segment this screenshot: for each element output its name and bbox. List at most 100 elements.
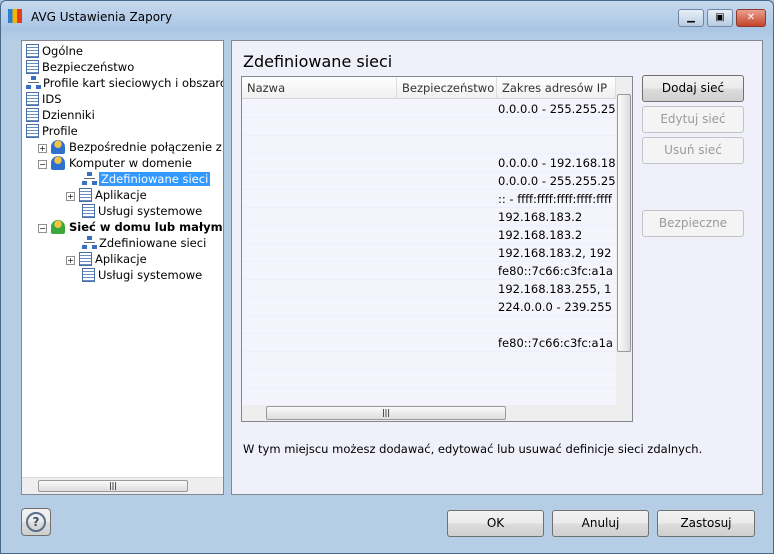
apply-button[interactable]: Zastosuj [657, 510, 755, 537]
list-icon [82, 268, 95, 282]
safe-button[interactable]: Bezpieczne [642, 210, 744, 237]
tree-horizontal-scrollbar[interactable]: ||| [22, 477, 223, 494]
ip-range: 224.0.0.0 - 239.255 [498, 300, 612, 314]
tree-item[interactable]: Profile kart sieciowych i obszarów [26, 75, 223, 91]
tree-item[interactable]: IDS [26, 91, 62, 107]
column-header-ip-range[interactable]: Zakres adresów IP [497, 77, 616, 99]
scrollbar-thumb[interactable] [617, 94, 631, 352]
table-row[interactable]: Rozgłoszeniow... Niezabezpi...192.168.18… [242, 280, 616, 298]
cancel-button[interactable]: Anuluj [552, 510, 649, 537]
table-row[interactable]: Adresy WINS Niezabezpi...192.168.183.2 [242, 208, 616, 226]
list-icon [79, 252, 92, 266]
column-header-name[interactable]: Nazwa [242, 77, 397, 99]
help-icon: ? [26, 512, 46, 532]
table-row[interactable]: Internet Niezabezpi...0.0.0.0 - 192.168.… [242, 154, 616, 172]
minimize-button[interactable]: ▁ [678, 9, 704, 27]
list-icon [26, 60, 39, 74]
tree-item-label: Usługi systemowe [98, 268, 203, 282]
tree-item[interactable]: + Bezpośrednie połączenie z internetem [38, 139, 223, 155]
tree-item[interactable]: + Aplikacje [66, 251, 147, 267]
tree-item-label: Komputer w domenie [69, 156, 192, 170]
edit-network-button[interactable]: Edytuj sieć [642, 106, 744, 133]
user-profile-icon [51, 140, 65, 154]
collapse-toggle[interactable]: − [38, 224, 47, 233]
table-row[interactable]: Wszystkie sieci... Niezabezpi...0.0.0.0 … [242, 172, 616, 190]
table-row[interactable]: Sieci lokalne Niezabezpi...fe80::7c66:c3… [242, 262, 616, 280]
tree-item[interactable]: Ogólne [26, 43, 83, 59]
table-row[interactable]: Wszystkie sieci... Niezabezpi...:: - fff… [242, 190, 616, 208]
table-row[interactable]: Adresy DNS Niezabezpi...192.168.183.2 [242, 226, 616, 244]
maximize-button[interactable]: ▣ [707, 9, 733, 27]
tree-item[interactable]: Profile [26, 123, 78, 139]
ip-range: fe80::7c66:c3fc:a1a [498, 336, 613, 350]
collapse-toggle[interactable]: − [38, 160, 47, 169]
list-icon [82, 204, 95, 218]
tree-item[interactable]: Zdefiniowane sieci [82, 235, 206, 251]
ip-range: 192.168.183.2, 192 [498, 246, 612, 260]
table-row[interactable]: Biała lista adres... Niezabezpi... [242, 352, 616, 370]
tree-item[interactable]: Usługi systemowe [82, 203, 202, 219]
tree-item-label: Profile kart sieciowych i obszarów [43, 76, 223, 90]
tree-item-label: Bezpieczeństwo [42, 60, 135, 74]
list-icon [79, 188, 92, 202]
network-icon [26, 76, 41, 89]
expand-toggle[interactable]: + [66, 256, 75, 265]
tree-item[interactable]: − Komputer w domenie [38, 155, 192, 171]
ip-range: 192.168.183.2 [498, 210, 583, 224]
table-row[interactable]: Lokalne adresy... Niezabezpi...fe80::7c6… [242, 334, 616, 352]
tree-item-label: Sieć w domu lub małym biurze [69, 220, 223, 234]
list-horizontal-scrollbar[interactable]: ||| [242, 405, 632, 421]
ip-range: 192.168.183.2 [498, 228, 583, 242]
tree-item[interactable]: Zdefiniowane sieci [82, 171, 211, 187]
ip-range: 0.0.0.0 - 255.255.255.255 [498, 174, 616, 188]
ip-range: fe80::7c66:c3fc:a1a [498, 264, 613, 278]
tree-item[interactable]: Usługi systemowe [82, 267, 202, 283]
tree-item[interactable]: Bezpieczeństwo [26, 59, 134, 75]
list-header: Nazwa Bezpieczeństwo : Zakres adresów IP [242, 77, 616, 117]
tree-item[interactable]: Dzienniki [26, 107, 95, 123]
window-title: AVG Ustawienia Zapory [31, 10, 173, 24]
ip-range: 192.168.183.255, 1 [498, 282, 612, 296]
tree-item[interactable]: − Sieć w domu lub małym biurze [38, 219, 223, 235]
tree-item-label: Aplikacje [95, 188, 147, 202]
table-row[interactable]: ✔Sieci bezpieczne [242, 118, 616, 136]
remove-network-button[interactable]: Usuń sieć [642, 137, 744, 164]
tree-item-label: Dzienniki [42, 108, 95, 122]
table-row[interactable]: Wszystkie sieci0.0.0.0 - 255.255.255.255 [242, 100, 616, 118]
tree-item-label: Aplikacje [95, 252, 147, 266]
ip-range: 0.0.0.0 - 192.168.183.1 [498, 156, 616, 170]
user-profile-icon [51, 220, 65, 234]
main-panel: Zdefiniowane sieci Nazwa Bezpieczeństwo … [231, 40, 763, 495]
list-icon [26, 44, 39, 58]
scrollbar-thumb[interactable]: ||| [266, 406, 506, 420]
tree-item-label: Zdefiniowane sieci [99, 172, 211, 186]
close-button[interactable]: ✕ [736, 9, 766, 27]
networks-list[interactable]: Nazwa Bezpieczeństwo : Zakres adresów IP… [241, 76, 633, 422]
table-row[interactable]: Fikcyjne lokaln... Niezabezpi... [242, 316, 616, 334]
user-profile-icon [51, 156, 65, 170]
tree-item-label: Profile [42, 124, 78, 138]
tree-item-label: Ogólne [42, 44, 83, 58]
table-row[interactable]: Wirtualna sieć ... Niezabezpi... [242, 388, 616, 405]
help-button[interactable]: ? [21, 508, 51, 536]
network-folder-icon [82, 172, 97, 185]
scrollbar-thumb[interactable]: ||| [38, 480, 188, 492]
table-row[interactable]: Czarna lista adr... Niezabezpi... [242, 370, 616, 388]
table-row[interactable]: Niezabezpieczone... [242, 136, 616, 154]
table-row[interactable]: Grupowe adre... Niezabezpi...224.0.0.0 -… [242, 298, 616, 316]
expand-toggle[interactable]: + [38, 144, 47, 153]
page-title: Zdefiniowane sieci [243, 52, 393, 71]
settings-tree[interactable]: Ogólne Bezpieczeństwo Profile kart sieciow… [21, 40, 224, 495]
tree-item-label: Bezpośrednie połączenie z internetem [69, 140, 223, 154]
expand-toggle[interactable]: + [66, 192, 75, 201]
ip-range: :: - ffff:ffff:ffff:ffff:ffff [498, 192, 612, 206]
tree-item[interactable]: + Aplikacje [66, 187, 147, 203]
window: AVG Ustawienia Zapory ▁ ▣ ✕ Ogólne Bezpie… [0, 0, 774, 554]
add-network-button[interactable]: Dodaj sieć [642, 75, 744, 102]
ok-button[interactable]: OK [447, 510, 544, 537]
list-icon [26, 124, 39, 138]
column-header-security[interactable]: Bezpieczeństwo : [397, 77, 497, 117]
table-row[interactable]: Bramy domyślne Niezabezpi...192.168.183.… [242, 244, 616, 262]
tree-item-label: IDS [42, 92, 62, 106]
list-vertical-scrollbar[interactable] [616, 77, 632, 405]
